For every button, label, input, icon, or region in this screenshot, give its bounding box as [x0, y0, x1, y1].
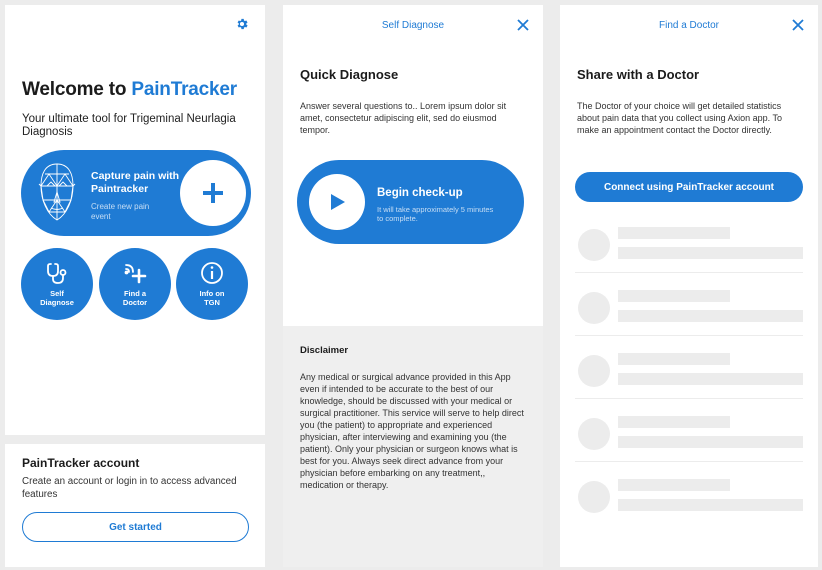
info-tgn-label: Info on TGN: [199, 289, 225, 307]
placeholder-row: [575, 475, 803, 533]
row-divider: [575, 461, 803, 462]
account-title: PainTracker account: [22, 456, 140, 470]
row-divider: [575, 398, 803, 399]
capture-subtitle: Create new pain event: [91, 202, 150, 221]
row-divider: [575, 335, 803, 336]
close-icon[interactable]: [792, 19, 804, 31]
placeholder-line: [618, 247, 803, 259]
screen-header: Self Diagnose: [381, 20, 445, 31]
find-doctor-label: Find a Doctor: [122, 289, 148, 307]
checkup-title: Begin check-up: [377, 187, 463, 199]
connect-account-button[interactable]: Connect using PainTracker account: [575, 172, 803, 202]
share-description: The Doctor of your choice will get detai…: [577, 101, 782, 135]
welcome-heading: Welcome to PainTracker: [22, 79, 237, 101]
placeholder-avatar: [578, 355, 610, 387]
placeholder-line: [618, 290, 730, 302]
doctor-signal-plus-icon: [124, 264, 147, 284]
self-diagnose-button[interactable]: Self Diagnose: [21, 248, 93, 320]
placeholder-line: [618, 373, 803, 385]
placeholder-line: [618, 353, 730, 365]
get-started-button[interactable]: Get started: [22, 512, 249, 542]
page-title: Share with a Doctor: [577, 67, 700, 82]
quick-diagnose-description: Answer several questions to.. Lorem ipsu…: [300, 101, 507, 135]
info-icon: [201, 262, 223, 284]
brand-name: PainTracker: [131, 79, 237, 100]
placeholder-line: [618, 436, 803, 448]
plus-icon: [203, 183, 223, 203]
home-screen: Welcome to PainTracker Your ultimate too…: [5, 5, 265, 567]
self-diagnose-label: Self Diagnose: [40, 289, 74, 307]
placeholder-avatar: [578, 229, 610, 261]
face-mesh-icon: [38, 163, 76, 221]
tagline: Your ultimate tool for Trigeminal Neurla…: [22, 113, 236, 138]
self-diagnose-screen: Self Diagnose Quick Diagnose Answer seve…: [283, 5, 543, 567]
placeholder-avatar: [578, 292, 610, 324]
checkup-subtitle: It will take approximately 5 minutes to …: [377, 205, 494, 223]
page-title: Quick Diagnose: [300, 67, 399, 82]
capture-title: Capture pain with Paintracker: [91, 170, 180, 195]
disclaimer-title: Disclaimer: [300, 345, 349, 356]
play-icon: [331, 194, 345, 210]
section-divider: [5, 435, 265, 444]
screen-header: Find a Doctor: [658, 20, 720, 31]
gear-icon[interactable]: [235, 17, 249, 31]
capture-pain-card[interactable]: Capture pain with Paintracker Create new…: [21, 150, 251, 236]
placeholder-line: [618, 416, 730, 428]
placeholder-line: [618, 227, 730, 239]
account-description: Create an account or login in to access …: [22, 476, 237, 500]
placeholder-avatar: [578, 418, 610, 450]
placeholder-line: [618, 499, 803, 511]
begin-checkup-button[interactable]: Begin check-up It will take approximatel…: [297, 160, 524, 244]
info-tgn-button[interactable]: Info on TGN: [176, 248, 248, 320]
row-divider: [575, 272, 803, 273]
disclaimer-body: Any medical or surgical advance provided…: [300, 372, 524, 490]
stethoscope-icon: [47, 263, 67, 284]
find-doctor-button[interactable]: Find a Doctor: [99, 248, 171, 320]
placeholder-avatar: [578, 481, 610, 513]
welcome-prefix: Welcome to: [22, 79, 127, 100]
play-button-circle: [309, 174, 365, 230]
placeholder-line: [618, 310, 803, 322]
placeholder-line: [618, 479, 730, 491]
add-pain-event-button[interactable]: [180, 160, 246, 226]
close-icon[interactable]: [517, 19, 529, 31]
find-doctor-screen: Find a Doctor Share with a Doctor The Do…: [560, 5, 818, 567]
